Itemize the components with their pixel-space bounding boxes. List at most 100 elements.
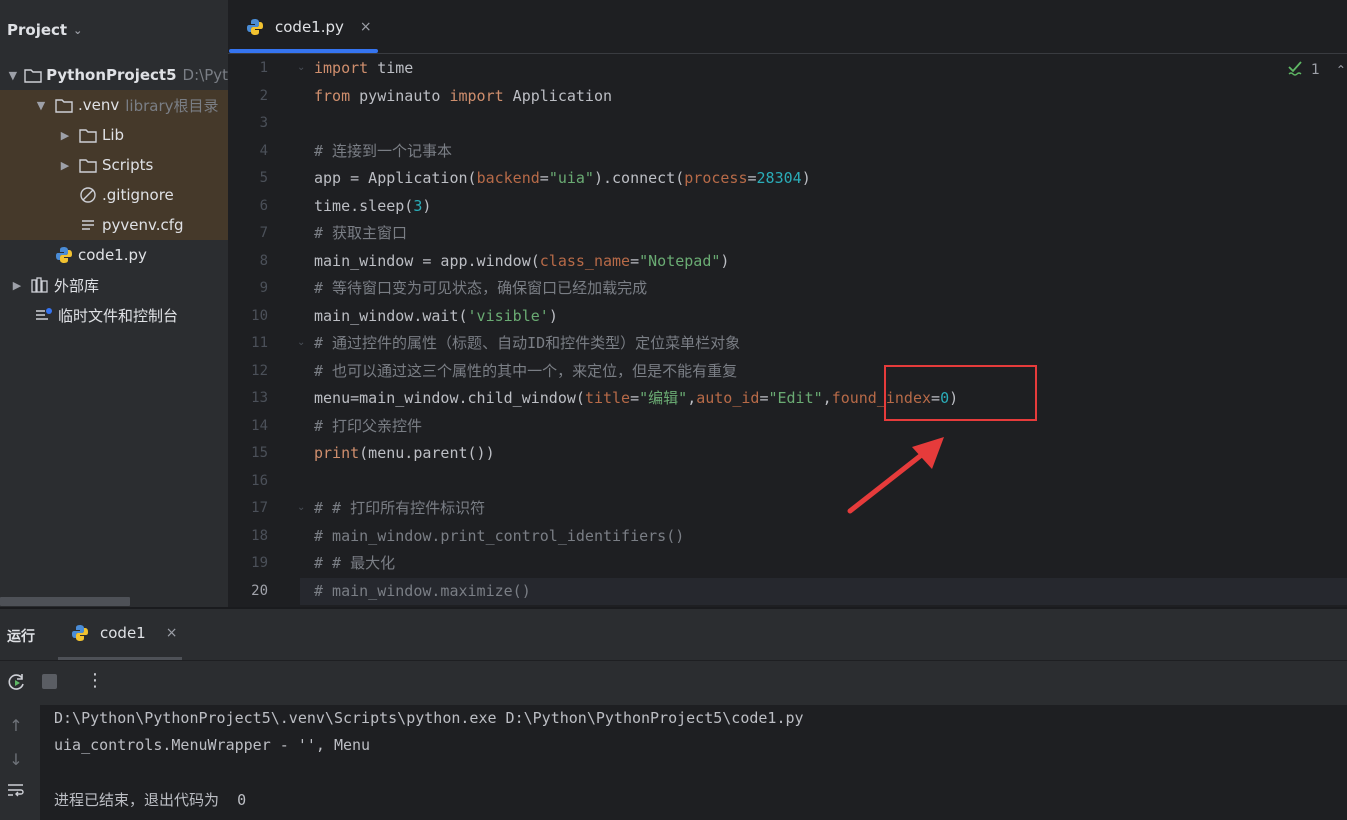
line-number: 19 xyxy=(251,555,268,571)
line-number: 18 xyxy=(251,527,268,544)
code-line-6[interactable]: time.sleep(3) xyxy=(314,193,431,221)
tree-item-label: PythonProject5 xyxy=(46,66,177,84)
editor-tab-bar xyxy=(228,0,1347,54)
tree-item-scripts[interactable]: ▶ Scripts xyxy=(0,150,228,180)
close-icon[interactable]: × xyxy=(166,625,178,641)
annotation-arrow-icon xyxy=(847,437,944,514)
line-number: 3 xyxy=(259,115,268,131)
fold-icon[interactable]: ⌄ xyxy=(297,502,305,513)
ignore-file-icon xyxy=(78,186,98,204)
arrow-up-icon[interactable]: ↑ xyxy=(6,716,26,735)
tree-item-pythonproject5[interactable]: ▼ PythonProject5 D:\Pyt xyxy=(0,60,228,90)
tree-item-venv[interactable]: ▼ .venv library根目录 xyxy=(0,90,228,120)
tree-item-label: Scripts xyxy=(102,156,154,174)
tree-item-scratches[interactable]: 临时文件和控制台 xyxy=(0,300,228,330)
line-number: 13 xyxy=(251,390,268,406)
chevron-down-icon[interactable]: ▼ xyxy=(8,69,19,82)
active-tab-indicator xyxy=(229,49,378,53)
folder-icon xyxy=(54,96,74,114)
code-line-18[interactable]: # main_window.print_control_identifiers(… xyxy=(314,523,684,551)
tree-item-gitignore[interactable]: .gitignore xyxy=(0,180,228,210)
line-number: 1 xyxy=(259,60,268,76)
project-view-selector[interactable]: Project ⌄ xyxy=(7,19,82,41)
fold-icon[interactable]: ⌄ xyxy=(297,337,305,348)
more-options-icon[interactable]: ⋮ xyxy=(86,671,104,691)
chevron-right-icon[interactable]: ▶ xyxy=(10,279,24,292)
code-line-14[interactable]: # 打印父亲控件 xyxy=(314,413,422,441)
horizontal-scrollbar[interactable] xyxy=(0,597,130,606)
line-number: 4 xyxy=(259,142,268,159)
code-line-8[interactable]: main_window = app.window(class_name="Not… xyxy=(314,248,729,276)
project-panel: Project ⌄ ▼ PythonProject5 D:\Pyt ▼ .ven… xyxy=(0,0,228,607)
tree-item-hint: library根目录 xyxy=(125,96,219,115)
line-number: 14 xyxy=(251,417,268,434)
code-line-11[interactable]: # 通过控件的属性（标题、自动ID和控件类型）定位菜单栏对象 xyxy=(314,330,740,358)
close-icon[interactable]: × xyxy=(360,19,372,35)
chevron-up-icon[interactable]: ⌃ xyxy=(1336,63,1346,77)
folder-icon xyxy=(78,156,98,174)
inspection-count: 1 xyxy=(1311,62,1320,78)
line-number: 17 xyxy=(251,500,268,516)
tree-item-code1-py[interactable]: code1.py xyxy=(0,240,228,270)
line-number: 12 xyxy=(251,362,268,379)
code-line-2[interactable]: from pywinauto import Application xyxy=(314,83,612,111)
fold-icon[interactable]: ⌄ xyxy=(297,62,305,73)
project-title: Project xyxy=(7,21,68,39)
check-icon xyxy=(1287,60,1305,80)
code-line-13[interactable]: menu=main_window.child_window(title="编辑"… xyxy=(314,385,958,413)
stop-icon[interactable] xyxy=(42,674,57,689)
chevron-right-icon[interactable]: ▶ xyxy=(58,129,72,142)
tab-code1-py[interactable]: code1.py × xyxy=(229,0,378,53)
tree-item-label: 临时文件和控制台 xyxy=(58,306,179,325)
rerun-icon[interactable] xyxy=(7,672,27,696)
code-line-15[interactable]: print(menu.parent()) xyxy=(314,440,495,468)
inspections-widget[interactable]: 1 ⌃ xyxy=(1287,60,1346,80)
tree-item-label: .gitignore xyxy=(102,186,174,204)
folder-icon xyxy=(78,126,98,144)
line-number: 5 xyxy=(259,170,268,186)
line-number: 2 xyxy=(259,87,268,104)
line-number: 6 xyxy=(259,197,268,214)
code-line-19[interactable]: # # 最大化 xyxy=(314,550,395,578)
tree-item-label: Lib xyxy=(102,126,125,144)
code-line-1[interactable]: import time xyxy=(314,55,413,83)
python-file-icon xyxy=(70,624,90,642)
line-number: 16 xyxy=(251,472,268,489)
tree-item-hint: D:\Pyt xyxy=(182,66,228,84)
line-number: 7 xyxy=(259,225,268,241)
folder-icon xyxy=(24,66,42,84)
run-panel-title: 运行 xyxy=(7,629,35,645)
library-icon xyxy=(30,276,50,294)
code-line-10[interactable]: main_window.wait('visible') xyxy=(314,303,558,331)
tree-item-label: .venv xyxy=(78,96,120,114)
code-line-9[interactable]: # 等待窗口变为可见状态，确保窗口已经加载完成 xyxy=(314,275,647,303)
console-line: 进程已结束，退出代码为 0 xyxy=(54,791,247,809)
tree-item-label: code1.py xyxy=(78,246,147,264)
tab-label: code1.py xyxy=(275,17,344,36)
line-number: 10 xyxy=(251,307,268,324)
chevron-down-icon[interactable]: ▼ xyxy=(34,99,48,112)
code-line-4[interactable]: # 连接到一个记事本 xyxy=(314,138,452,166)
tree-item-external-libraries[interactable]: ▶ 外部库 xyxy=(0,270,228,300)
code-line-17[interactable]: # # 打印所有控件标识符 xyxy=(314,495,485,523)
run-toolbar xyxy=(0,660,1347,706)
run-tab-label: code1 xyxy=(100,624,146,642)
run-tab-code1[interactable]: code1 × xyxy=(70,624,177,642)
console-line: D:\Python\PythonProject5\.venv\Scripts\p… xyxy=(54,709,804,727)
code-line-5[interactable]: app = Application(backend="uia").connect… xyxy=(314,165,811,193)
tree-item-pyvenv-cfg[interactable]: pyvenv.cfg xyxy=(0,210,228,240)
tree-item-lib[interactable]: ▶ Lib xyxy=(0,120,228,150)
line-number: 15 xyxy=(251,445,268,461)
code-line-12[interactable]: # 也可以通过这三个属性的其中一个，来定位，但是不能有重复 xyxy=(314,358,737,386)
arrow-down-icon[interactable]: ↓ xyxy=(6,750,26,769)
scratches-icon xyxy=(34,306,54,324)
line-number: 8 xyxy=(259,252,268,269)
code-line-7[interactable]: # 获取主窗口 xyxy=(314,220,407,248)
tree-item-label: 外部库 xyxy=(54,276,100,295)
chevron-right-icon[interactable]: ▶ xyxy=(58,159,72,172)
chevron-down-icon: ⌄ xyxy=(73,23,83,37)
python-file-icon xyxy=(245,18,265,36)
soft-wrap-icon[interactable] xyxy=(6,782,26,802)
code-line-20[interactable]: # main_window.maximize() xyxy=(314,578,531,606)
config-file-icon xyxy=(78,216,98,234)
